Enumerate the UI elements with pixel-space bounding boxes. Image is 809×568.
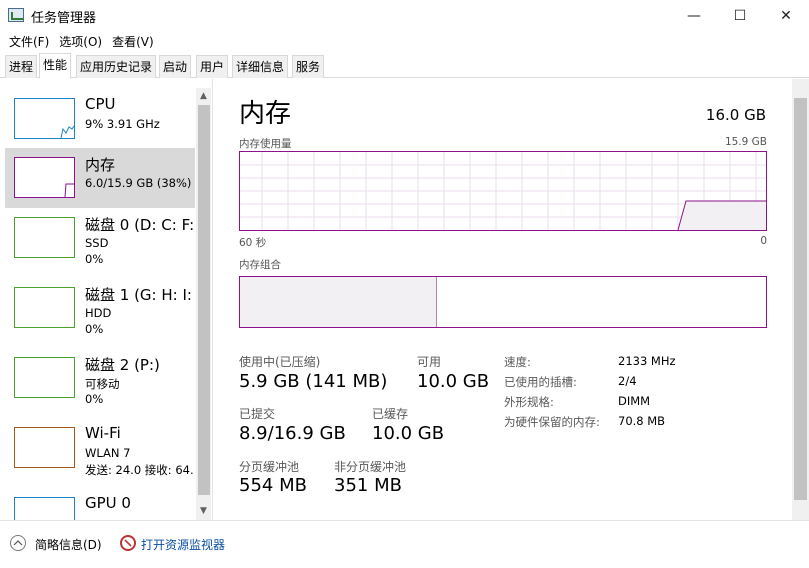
disk-2-thumbnail-graph: [14, 357, 75, 398]
maximize-button[interactable]: ☐: [717, 0, 763, 31]
sidebar-item-name: GPU 0: [85, 494, 131, 512]
tab-details[interactable]: 详细信息: [232, 55, 289, 78]
sidebar-scroll-down-icon[interactable]: ▼: [196, 504, 211, 518]
available-label: 可用: [417, 355, 442, 369]
sidebar-item-detail: 6.0/15.9 GB (38%): [85, 176, 192, 190]
spec-speed-label: 速度:: [504, 355, 531, 369]
sidebar-item-usage: 0%: [85, 252, 104, 266]
cached-label: 已缓存: [372, 407, 409, 421]
nonpaged-pool-label: 非分页缓冲池: [334, 460, 407, 474]
spec-slots-label: 已使用的插槽:: [504, 375, 577, 389]
sidebar-item-cpu[interactable]: CPU 9% 3.91 GHz: [5, 89, 195, 149]
memory-composition-bar: [239, 276, 767, 328]
sidebar-item-name: 磁盘 1 (G: H: I:: [85, 286, 192, 304]
menu-view[interactable]: 查看(V): [107, 33, 159, 50]
cached-value: 10.0 GB: [372, 423, 445, 444]
tab-bar: 进程 性能 应用历史记录 启动 用户 详细信息 服务: [0, 53, 809, 79]
fewer-details-link[interactable]: 简略信息(D): [35, 536, 102, 553]
committed-label: 已提交: [239, 407, 276, 421]
total-memory: 16.0 GB: [705, 106, 766, 124]
main-scrollbar[interactable]: [792, 79, 809, 520]
sidebar-item-usage: 0%: [85, 322, 104, 336]
sidebar-item-gpu[interactable]: GPU 0: [5, 488, 195, 520]
composition-in-use-segment: [240, 277, 437, 327]
collapse-chevron-icon[interactable]: [10, 535, 26, 551]
menu-options[interactable]: 选项(O): [54, 33, 107, 50]
usage-graph-max: 15.9 GB: [724, 136, 767, 148]
sidebar-item-name: 磁盘 2 (P:): [85, 356, 160, 374]
wifi-thumbnail-graph: [14, 427, 75, 468]
in-use-label: 使用中(已压缩): [239, 355, 321, 369]
spec-form-factor-value: DIMM: [618, 394, 651, 408]
resource-monitor-icon: [120, 535, 136, 551]
sidebar-item-disk-0[interactable]: 磁盘 0 (D: C: F: SSD 0%: [5, 208, 195, 268]
paged-pool-value: 554 MB: [239, 475, 307, 496]
sidebar-item-detail: WLAN 7: [85, 446, 131, 460]
menu-bar: 文件(F) 选项(O) 查看(V): [0, 31, 809, 52]
footer-bar: 简略信息(D) 打开资源监视器: [0, 520, 809, 568]
disk-0-thumbnail-graph: [14, 217, 75, 258]
spec-form-factor-label: 外形规格:: [504, 395, 554, 409]
sidebar-item-name: Wi-Fi: [85, 424, 121, 442]
usage-graph-label: 内存使用量: [239, 138, 292, 150]
sidebar-scroll-up-icon[interactable]: ▲: [196, 89, 211, 103]
open-resource-monitor-link[interactable]: 打开资源监视器: [141, 536, 225, 553]
gpu-thumbnail-graph: [14, 497, 75, 520]
spec-reserved-value: 70.8 MB: [618, 414, 666, 428]
disk-1-thumbnail-graph: [14, 287, 75, 328]
tab-users[interactable]: 用户: [196, 55, 229, 78]
sidebar-item-disk-1[interactable]: 磁盘 1 (G: H: I: HDD 0%: [5, 278, 195, 338]
spec-reserved-label: 为硬件保留的内存:: [504, 415, 600, 429]
spec-speed-value: 2133 MHz: [618, 354, 676, 368]
sidebar-item-disk-2[interactable]: 磁盘 2 (P:) 可移动 0%: [5, 348, 195, 408]
title-bar: 任务管理器 — ☐ ✕: [0, 0, 809, 31]
in-use-value: 5.9 GB (141 MB): [239, 371, 388, 392]
task-manager-icon: [8, 8, 24, 22]
paged-pool-label: 分页缓冲池: [239, 460, 300, 474]
sidebar-item-name: 内存: [85, 156, 116, 174]
sidebar-item-detail: HDD: [85, 306, 112, 320]
tab-services[interactable]: 服务: [292, 55, 325, 78]
memory-detail-panel: 内存 16.0 GB 内存使用量 15.9 GB 60 秒 0 内存组合 使用中…: [214, 79, 792, 520]
sidebar-item-memory[interactable]: 内存 6.0/15.9 GB (38%): [5, 148, 195, 208]
window-title: 任务管理器: [31, 11, 97, 26]
graph-time-right: 0: [760, 235, 767, 247]
sidebar-item-name: 磁盘 0 (D: C: F:: [85, 216, 195, 234]
page-title: 内存: [239, 99, 292, 129]
main-scrollbar-thumb[interactable]: [794, 98, 807, 500]
memory-usage-graph: [239, 151, 767, 231]
minimize-button[interactable]: —: [671, 0, 717, 31]
cpu-thumbnail-graph: [14, 98, 75, 139]
close-button[interactable]: ✕: [763, 0, 809, 31]
sidebar-item-detail: 可移动: [85, 377, 120, 391]
sidebar-item-name: CPU: [85, 95, 116, 113]
sidebar-item-detail: SSD: [85, 236, 109, 250]
spec-slots-value: 2/4: [618, 374, 637, 388]
tab-startup[interactable]: 启动: [159, 55, 192, 78]
memory-thumbnail-graph: [14, 157, 75, 198]
tab-app-history[interactable]: 应用历史记录: [76, 55, 157, 78]
sidebar-item-detail: 9% 3.91 GHz: [85, 117, 160, 131]
sidebar-item-usage: 0%: [85, 392, 104, 406]
sidebar-item-throughput: 发送: 24.0 接收: 64.: [85, 463, 194, 477]
resource-sidebar: CPU 9% 3.91 GHz 内存 6.0/15.9 GB (38%) 磁盘 …: [0, 79, 213, 520]
menu-file[interactable]: 文件(F): [4, 33, 54, 50]
tab-processes[interactable]: 进程: [5, 55, 38, 78]
graph-time-left: 60 秒: [239, 237, 267, 249]
committed-value: 8.9/16.9 GB: [239, 423, 346, 444]
composition-label: 内存组合: [239, 259, 281, 271]
sidebar-scrollbar-thumb[interactable]: [198, 105, 210, 495]
sidebar-item-wifi[interactable]: Wi-Fi WLAN 7 发送: 24.0 接收: 64.: [5, 418, 195, 478]
nonpaged-pool-value: 351 MB: [334, 475, 402, 496]
tab-performance[interactable]: 性能: [39, 53, 72, 79]
usage-graph-area: [678, 201, 766, 230]
available-value: 10.0 GB: [417, 371, 490, 392]
